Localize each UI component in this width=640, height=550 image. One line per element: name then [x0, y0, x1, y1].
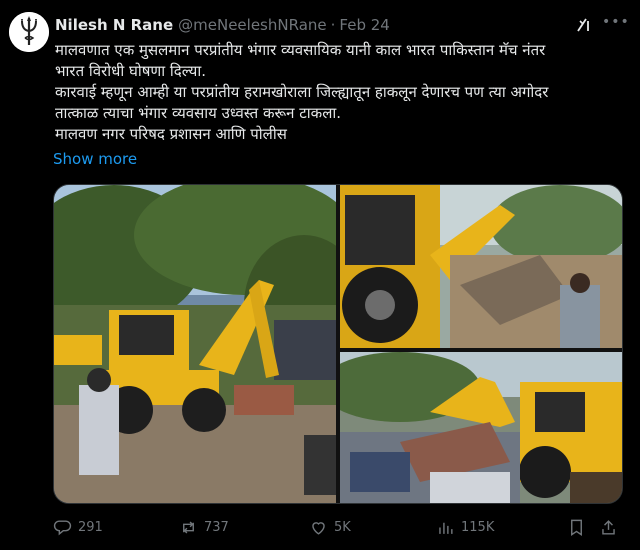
more-icon[interactable]: ••• [602, 14, 629, 34]
repost-button[interactable]: 737 [179, 518, 229, 537]
trident-avatar-icon [9, 12, 49, 52]
reply-button[interactable]: 291 [53, 518, 103, 537]
reply-icon [53, 520, 72, 536]
tweet-text-line: मालवण नगर परिषद प्रशासन आणि पोलीस [55, 125, 287, 143]
show-more-link[interactable]: Show more [53, 150, 137, 168]
grok-icon[interactable] [574, 15, 594, 35]
share-button[interactable] [599, 518, 624, 537]
heart-icon [312, 522, 325, 535]
views-icon [439, 522, 453, 534]
tweet-text-line: कारवाई म्हणून आम्ही या परप्रांतीय हरामखो… [55, 83, 549, 101]
tweet-text: मालवणात एक मुसलमान परप्रांतीय भंगार व्यव… [55, 40, 635, 145]
tweet-text-line: भारत विरोधी घोषणा दिल्या. [55, 62, 206, 80]
bookmark-icon [571, 519, 582, 536]
reply-count: 291 [78, 520, 103, 535]
photo-excavator-demolition[interactable] [54, 185, 336, 503]
tweet-date[interactable]: Feb 24 [339, 16, 389, 34]
repost-count: 737 [204, 520, 229, 535]
bookmark-button[interactable] [567, 518, 592, 537]
tweet-text-line: तात्काळ त्याचा भंगार व्यवसाय उध्वस्त करू… [55, 104, 342, 122]
share-icon [602, 520, 615, 535]
photo-excavator-closeup[interactable] [340, 185, 622, 348]
views-count: 115K [461, 520, 495, 535]
views-button[interactable]: 115K [436, 518, 494, 537]
tweet-header: Nilesh N Rane @meNeeleshNRane · Feb 24 [55, 15, 390, 35]
tweet-text-line: मालवणात एक मुसलमान परप्रांतीय भंगार व्यव… [55, 41, 546, 59]
author-handle[interactable]: @meNeeleshNRane [178, 16, 326, 34]
avatar[interactable] [9, 12, 49, 52]
tweet-actions: 291 737 5K 115K [53, 512, 623, 546]
media-grid [53, 184, 623, 504]
repost-icon [183, 521, 194, 534]
like-count: 5K [334, 520, 351, 535]
photo-demolished-scrap[interactable] [340, 352, 622, 503]
like-button[interactable]: 5K [309, 518, 351, 537]
separator-dot: · [330, 16, 336, 34]
author-name[interactable]: Nilesh N Rane [55, 16, 173, 34]
